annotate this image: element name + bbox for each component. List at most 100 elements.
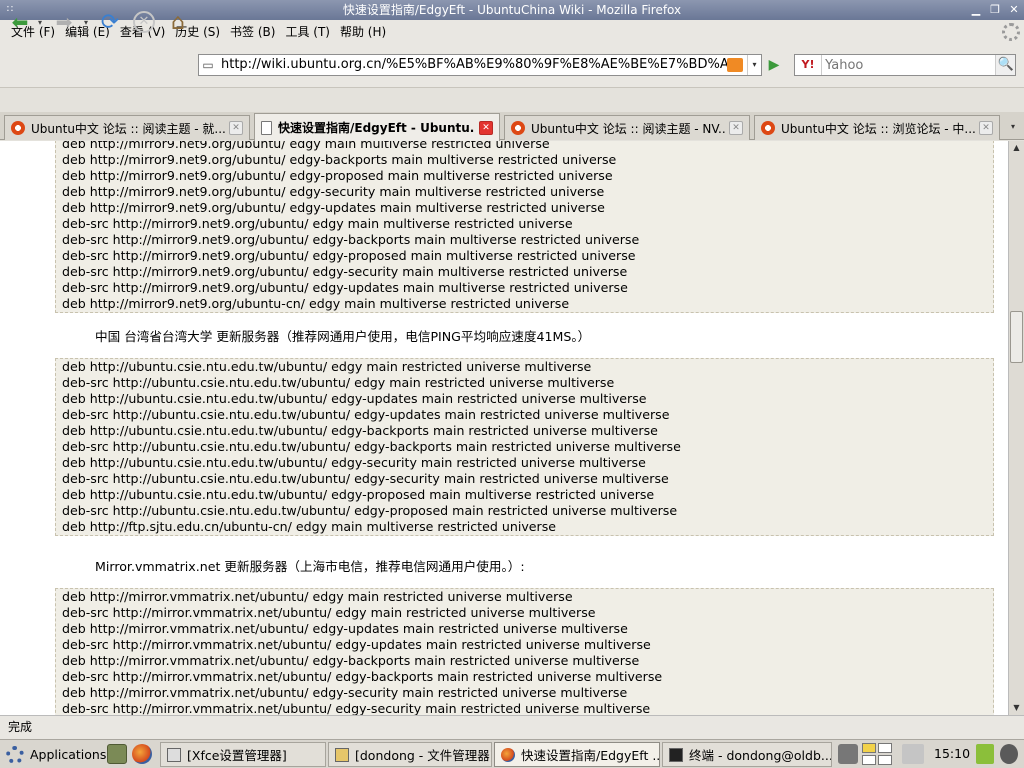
back-history-dropdown[interactable]: ▾ (34, 8, 46, 36)
code-line: deb http://ubuntu.csie.ntu.edu.tw/ubuntu… (62, 359, 592, 374)
stop-button[interactable]: ✕ (130, 8, 158, 36)
code-line: deb http://mirror.vmmatrix.net/ubuntu/ e… (62, 621, 628, 636)
firefox-icon (501, 747, 515, 762)
tab-quick-setup-guide[interactable]: 快速设置指南/EdgyEft - Ubuntu... ✕ (254, 113, 500, 141)
workspace-1-icon[interactable] (862, 743, 876, 753)
tab-label: Ubuntu中文 论坛 :: 阅读主题 - 就... (31, 121, 225, 136)
document-icon (261, 120, 272, 135)
task-file-manager[interactable]: [dondong - 文件管理器] (328, 742, 492, 767)
code-block-ntu: deb http://ubuntu.csie.ntu.edu.tw/ubuntu… (55, 358, 994, 536)
code-line: deb http://mirror.vmmatrix.net/ubuntu/ e… (62, 589, 573, 604)
tab-forum-2[interactable]: Ubuntu中文 论坛 :: 阅读主题 - NV... ✕ (504, 115, 750, 140)
search-input[interactable] (822, 56, 996, 74)
code-line: deb http://mirror9.net9.org/ubuntu/ edgy… (62, 184, 605, 199)
url-field[interactable]: http://wiki.ubuntu.org.cn/%E5%BF%AB%E9%8… (217, 55, 727, 75)
tab-label: 快速设置指南/EdgyEft - Ubuntu... (278, 121, 475, 135)
paragraph-taiwan-server: 中国 台湾省台湾大学 更新服务器（推荐网通用户使用，电信PING平均响应速度41… (95, 329, 591, 344)
home-button[interactable]: ⌂ (164, 8, 192, 36)
printer-icon[interactable] (902, 744, 924, 764)
reload-button[interactable]: ⟳ (96, 8, 124, 36)
tab-close-icon[interactable]: ✕ (479, 120, 493, 135)
taskbar: Applications [Xfce设置管理器] [dondong - 文件管理… (0, 739, 1024, 768)
code-line: deb http://mirror9.net9.org/ubuntu/ edgy… (62, 168, 613, 183)
close-icon[interactable]: ✕ (1006, 2, 1022, 18)
code-line: deb-src http://ubuntu.csie.ntu.edu.tw/ub… (62, 407, 670, 422)
url-history-dropdown[interactable]: ▾ (747, 55, 761, 75)
workspace-4-icon[interactable] (878, 755, 892, 765)
forward-button[interactable]: ➡ (50, 8, 78, 36)
settings-icon (167, 747, 181, 762)
xfce-menu-icon (6, 745, 24, 764)
tab-close-icon[interactable]: ✕ (229, 121, 243, 135)
code-line: deb http://ubuntu.csie.ntu.edu.tw/ubuntu… (62, 487, 655, 502)
tab-forum-1[interactable]: Ubuntu中文 论坛 :: 阅读主题 - 就... ✕ (4, 115, 250, 140)
code-line: deb-src http://mirror9.net9.org/ubuntu/ … (62, 232, 640, 247)
vertical-scrollbar[interactable]: ▲ ▼ (1008, 141, 1024, 715)
go-button[interactable]: ▶ (764, 54, 784, 76)
scroll-up-icon[interactable]: ▲ (1009, 141, 1024, 155)
forward-history-dropdown[interactable]: ▾ (80, 8, 92, 36)
power-icon[interactable] (1000, 744, 1018, 764)
applications-menu-button[interactable]: Applications (2, 742, 110, 767)
code-line: deb-src http://mirror9.net9.org/ubuntu/ … (62, 248, 636, 263)
menu-tools[interactable]: 工具 (T) (280, 20, 335, 44)
scrollbar-thumb[interactable] (1010, 311, 1023, 363)
tab-list-button[interactable]: ▾ (1004, 117, 1022, 137)
minimize-icon[interactable]: ▁ (968, 2, 984, 18)
tab-close-icon[interactable]: ✕ (729, 121, 743, 135)
search-engine-selector[interactable]: Y! (795, 55, 823, 75)
code-line: deb-src http://ubuntu.csie.ntu.edu.tw/ub… (62, 503, 678, 518)
maximize-icon[interactable]: ❐ (987, 2, 1003, 18)
menu-bookmarks[interactable]: 书签 (B) (225, 20, 280, 44)
ubuntu-logo-icon (761, 121, 775, 135)
go-icon: ▶ (768, 57, 780, 73)
task-firefox[interactable]: 快速设置指南/EdgyEft ... (494, 742, 660, 767)
home-icon: ⌂ (171, 9, 185, 35)
task-terminal[interactable]: 终端 - dondong@oldb... (662, 742, 832, 767)
folder-icon (335, 747, 349, 762)
task-xfce-settings[interactable]: [Xfce设置管理器] (160, 742, 326, 767)
task-label: [dondong - 文件管理器] (355, 748, 492, 763)
code-line: deb http://mirror9.net9.org/ubuntu/ edgy… (62, 141, 550, 151)
code-line: deb-src http://mirror.vmmatrix.net/ubunt… (62, 701, 651, 715)
scroll-down-icon[interactable]: ▼ (1009, 701, 1024, 715)
code-block-vmmatrix: deb http://mirror.vmmatrix.net/ubuntu/ e… (55, 588, 994, 715)
task-label: 快速设置指南/EdgyEft ... (521, 748, 660, 763)
back-button[interactable]: ⬅ (6, 8, 34, 36)
code-line: deb http://ftp.sjtu.edu.cn/ubuntu-cn/ ed… (62, 519, 557, 534)
search-bar: Y! 🔍 (794, 54, 1016, 76)
window-title: 快速设置指南/EdgyEft - UbuntuChina Wiki - Mozi… (342, 3, 682, 17)
tab-forum-3[interactable]: Ubuntu中文 论坛 :: 浏览论坛 - 中... ✕ (754, 115, 1000, 140)
tab-close-icon[interactable]: ✕ (979, 121, 993, 135)
code-line: deb http://mirror9.net9.org/ubuntu-cn/ e… (62, 296, 570, 311)
code-line: deb-src http://ubuntu.csie.ntu.edu.tw/ub… (62, 375, 615, 390)
code-line: deb http://mirror9.net9.org/ubuntu/ edgy… (62, 200, 605, 215)
ubuntu-logo-icon (511, 121, 525, 135)
address-bar[interactable]: ▭ http://wiki.ubuntu.org.cn/%E5%BF%AB%E9… (198, 54, 762, 76)
menu-help[interactable]: 帮助 (H) (335, 20, 391, 44)
workspace-3-icon[interactable] (862, 755, 876, 765)
task-label: 终端 - dondong@oldb... (689, 748, 832, 763)
firefox-launcher-icon[interactable] (132, 744, 152, 764)
screenshot-icon[interactable] (838, 744, 858, 764)
code-line: deb http://ubuntu.csie.ntu.edu.tw/ubuntu… (62, 391, 647, 406)
rss-feed-icon[interactable] (727, 58, 743, 72)
page-icon: ▭ (202, 58, 214, 72)
workspace-2-icon[interactable] (878, 743, 892, 753)
terminal-icon (669, 747, 683, 762)
page-content[interactable]: deb http://mirror9.net9.org/ubuntu/ edgy… (0, 141, 1008, 715)
update-notifier-icon[interactable] (976, 744, 994, 764)
code-line: deb-src http://mirror.vmmatrix.net/ubunt… (62, 669, 663, 684)
task-label: [Xfce设置管理器] (187, 748, 287, 763)
code-line: deb-src http://mirror9.net9.org/ubuntu/ … (62, 280, 628, 295)
status-bar: 完成 (0, 715, 1024, 739)
tab-label: Ubuntu中文 论坛 :: 浏览论坛 - 中... (781, 121, 975, 136)
tab-strip: Ubuntu中文 论坛 :: 阅读主题 - 就... ✕ 快速设置指南/Edgy… (0, 112, 1024, 141)
search-icon[interactable]: 🔍 (995, 55, 1015, 75)
clock[interactable]: 15:10 (934, 744, 970, 764)
ubuntu-logo-icon (11, 121, 25, 135)
throbber-icon (1002, 23, 1020, 41)
forward-arrow-icon: ➡ (55, 10, 73, 34)
terminal-launcher-icon[interactable] (107, 744, 127, 764)
code-line: deb http://ubuntu.csie.ntu.edu.tw/ubuntu… (62, 423, 658, 438)
